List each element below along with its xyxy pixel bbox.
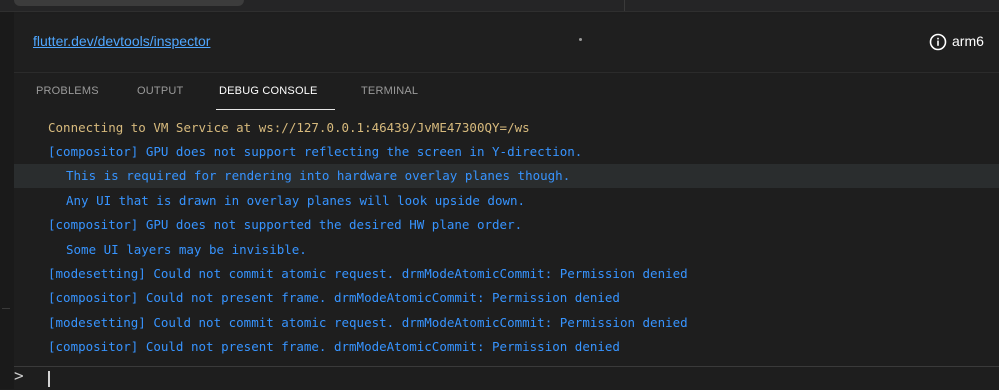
console-line: Any UI that is drawn in overlay planes w…: [14, 189, 999, 213]
prompt-chevron-icon: >: [14, 366, 24, 385]
console-line-text: This is required for rendering into hard…: [66, 168, 571, 183]
devtools-inspector-link[interactable]: flutter.dev/devtools/inspector: [33, 33, 210, 49]
activity-bar-edge: [0, 12, 14, 389]
console-line: [modesetting] Could not commit atomic re…: [14, 262, 999, 286]
console-line-text: [compositor] GPU does not supported the …: [48, 217, 523, 232]
active-tab-indicator: [216, 109, 335, 110]
console-line-text: [compositor] GPU does not support reflec…: [48, 144, 583, 159]
console-line: Some UI layers may be invisible.: [14, 238, 999, 262]
console-line-text: Connecting to VM Service at ws://127.0.0…: [48, 120, 530, 135]
editor-tab-strip: [0, 0, 999, 12]
text-cursor: [48, 371, 50, 387]
panel-tab-bar: PROBLEMS OUTPUT DEBUG CONSOLE TERMINAL: [14, 72, 999, 111]
console-line: [compositor] Could not present frame. dr…: [14, 335, 999, 359]
console-line: [compositor] GPU does not supported the …: [14, 213, 999, 237]
console-line-text: Some UI layers may be invisible.: [66, 242, 307, 257]
console-line: Connecting to VM Service at ws://127.0.0…: [14, 116, 999, 140]
console-line: [modesetting] Could not commit atomic re…: [14, 311, 999, 335]
debug-console-output[interactable]: Connecting to VM Service at ws://127.0.0…: [14, 114, 999, 366]
console-line-text: [compositor] Could not present frame. dr…: [48, 339, 620, 354]
tab-strip-border: [0, 11, 999, 12]
tab-terminal[interactable]: TERMINAL: [361, 85, 418, 97]
console-line-text: [compositor] Could not present frame. dr…: [48, 290, 620, 305]
console-input-bar[interactable]: >: [14, 366, 999, 390]
console-line-text: Any UI that is drawn in overlay planes w…: [66, 193, 526, 208]
tab-debug-console[interactable]: DEBUG CONSOLE: [219, 85, 318, 97]
devtools-notification: flutter.dev/devtools/inspector arm6: [14, 14, 999, 70]
tab-output[interactable]: OUTPUT: [137, 85, 183, 97]
console-line: [compositor] Could not present frame. dr…: [14, 286, 999, 310]
info-circle-icon[interactable]: [929, 33, 947, 51]
separator-dot: [579, 38, 582, 41]
device-selector[interactable]: arm6: [952, 33, 984, 49]
tab-problems[interactable]: PROBLEMS: [36, 85, 99, 97]
console-line: [compositor] GPU does not support reflec…: [14, 140, 999, 164]
edge-divider: [2, 308, 10, 309]
console-line-text: [modesetting] Could not commit atomic re…: [48, 315, 688, 330]
console-line: This is required for rendering into hard…: [14, 164, 999, 188]
editor-tab[interactable]: [14, 0, 244, 6]
console-line-text: [modesetting] Could not commit atomic re…: [48, 266, 688, 281]
